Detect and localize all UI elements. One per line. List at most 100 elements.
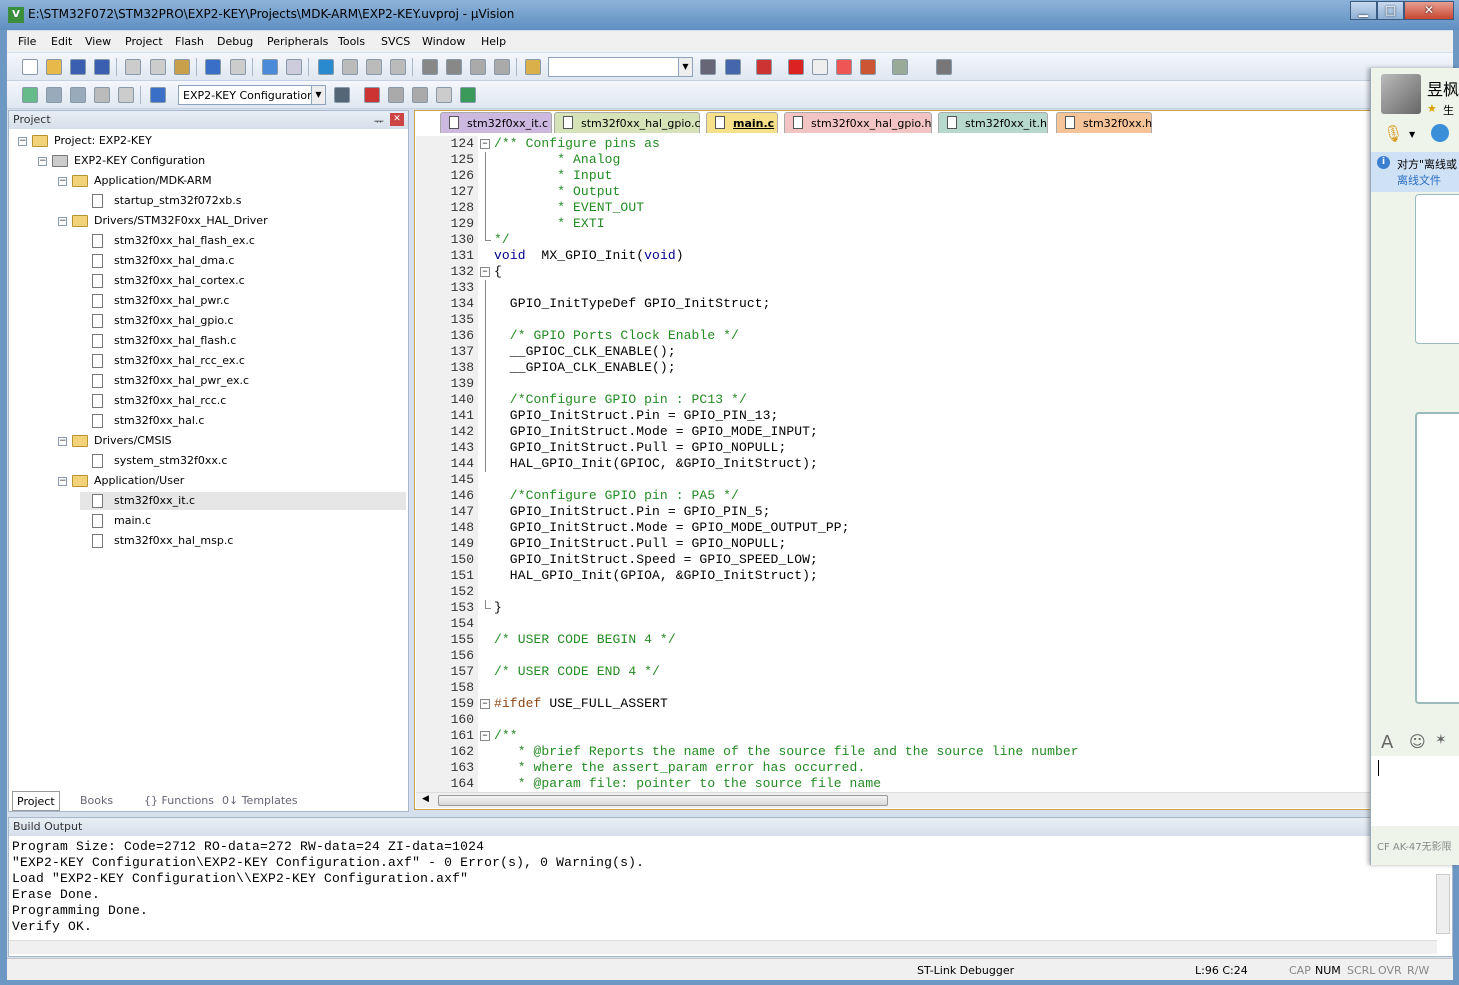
kill-breakpoints-icon[interactable] [836, 59, 852, 75]
menu-tools[interactable]: Tools [338, 35, 365, 48]
menu-project[interactable]: Project [125, 35, 163, 48]
video-icon[interactable] [1431, 124, 1449, 142]
comment-icon[interactable] [470, 59, 486, 75]
menu-peripherals[interactable]: Peripherals [267, 35, 328, 48]
stop-build-icon[interactable] [118, 87, 134, 103]
prev-bookmark-icon[interactable] [342, 59, 358, 75]
collapse-icon[interactable]: − [58, 477, 67, 486]
window-select-icon[interactable] [892, 59, 908, 75]
translate-icon[interactable] [22, 87, 38, 103]
menu-debug[interactable]: Debug [217, 35, 253, 48]
editor-horizontal-scrollbar[interactable]: ◀ [416, 792, 1370, 808]
target-select[interactable]: EXP2-KEY Configuration ▼ [178, 85, 326, 105]
microphone-icon[interactable]: 🎙 [1383, 124, 1403, 143]
next-bookmark-icon[interactable] [366, 59, 382, 75]
batch-build-icon[interactable] [94, 87, 110, 103]
font-icon[interactable]: A [1381, 732, 1393, 753]
offline-file-link[interactable]: 离线文件 [1397, 172, 1441, 188]
rebuild-icon[interactable] [70, 87, 86, 103]
manage-rte-icon[interactable] [412, 87, 428, 103]
save-all-icon[interactable] [94, 59, 110, 75]
code-area[interactable]: 124−/** Configure pins as 125 * Analog 126… [416, 136, 1370, 792]
build-icon[interactable] [46, 87, 62, 103]
software-packs-icon[interactable] [460, 87, 476, 103]
outdent-icon[interactable] [446, 59, 462, 75]
collapse-icon[interactable]: − [18, 137, 27, 146]
menu-help[interactable]: Help [481, 35, 506, 48]
fold-toggle-icon[interactable]: − [480, 139, 490, 149]
tab-templates[interactable]: 0↓ Templates [218, 791, 302, 811]
tab-books[interactable]: Books [76, 791, 117, 811]
find-in-files-icon[interactable] [525, 59, 541, 75]
menu-file[interactable]: File [18, 35, 36, 48]
close-panel-icon[interactable]: ✕ [390, 113, 404, 126]
fold-toggle-icon[interactable]: − [480, 267, 490, 277]
editor-tab[interactable]: stm32f0xx.h [1056, 112, 1152, 133]
scroll-thumb[interactable] [438, 795, 888, 806]
editor-tab[interactable]: stm32f0xx_it.h [938, 112, 1048, 133]
image-preview[interactable] [1415, 412, 1459, 704]
save-icon[interactable] [70, 59, 86, 75]
collapse-icon[interactable]: − [58, 217, 67, 226]
bookmark-icon[interactable] [318, 59, 334, 75]
find-icon[interactable] [700, 59, 716, 75]
configure-icon[interactable] [936, 59, 952, 75]
select-packs-icon[interactable] [388, 87, 404, 103]
indent-icon[interactable] [422, 59, 438, 75]
breakpoint-icon[interactable] [788, 59, 804, 75]
collapse-icon[interactable]: − [38, 157, 47, 166]
back-icon[interactable] [262, 59, 278, 75]
paste-icon[interactable] [174, 59, 190, 75]
menu-flash[interactable]: Flash [175, 35, 204, 48]
collapse-icon[interactable]: − [58, 437, 67, 446]
menu-view[interactable]: View [85, 35, 111, 48]
options-icon[interactable] [334, 87, 350, 103]
tree-item[interactable] [9, 472, 407, 490]
manage-components-icon[interactable] [364, 87, 380, 103]
tree-item[interactable] [9, 432, 407, 450]
avatar[interactable] [1381, 74, 1421, 114]
message-input[interactable] [1371, 756, 1459, 826]
new-file-icon[interactable] [22, 59, 38, 75]
editor-tab[interactable]: stm32f0xx_hal_gpio.c [554, 112, 701, 133]
redo-icon[interactable] [230, 59, 246, 75]
pin-icon[interactable]: ᅲ [374, 113, 384, 129]
chevron-down-icon[interactable]: ▼ [678, 58, 692, 76]
menu-edit[interactable]: Edit [51, 35, 72, 48]
menu-window[interactable]: Window [422, 35, 465, 48]
chevron-down-icon[interactable]: ▼ [311, 86, 325, 104]
collapse-icon[interactable]: − [58, 177, 67, 186]
find-combo[interactable]: ▼ [548, 57, 693, 77]
copy-icon[interactable] [150, 59, 166, 75]
minimize-button[interactable]: ▁ [1350, 1, 1377, 20]
editor-tab[interactable]: stm32f0xx_hal_gpio.h [784, 112, 932, 133]
kill-all-icon[interactable] [860, 59, 876, 75]
fold-toggle-icon[interactable]: − [480, 731, 490, 741]
screenshot-thumbnail[interactable] [1415, 194, 1459, 344]
tab-project[interactable]: Project [12, 791, 60, 811]
editor-tab[interactable]: stm32f0xx_it.c [440, 112, 552, 133]
editor-tab[interactable]: main.c [706, 112, 778, 133]
undo-icon[interactable] [205, 59, 221, 75]
menu-svcs[interactable]: SVCS [381, 35, 410, 48]
tab-functions[interactable]: {} Functions [140, 791, 218, 811]
debug-session-icon[interactable] [756, 59, 772, 75]
scroll-left-icon[interactable]: ◀ [422, 794, 429, 804]
tree-item[interactable] [9, 152, 407, 170]
output-horizontal-scrollbar[interactable] [9, 940, 1437, 954]
load-icon[interactable] [150, 87, 166, 103]
output-vertical-scrollbar[interactable] [1436, 874, 1450, 934]
pack-installer-icon[interactable] [436, 87, 452, 103]
forward-icon[interactable] [286, 59, 302, 75]
clear-bookmarks-icon[interactable] [390, 59, 406, 75]
fold-toggle-icon[interactable]: − [480, 699, 490, 709]
incremental-find-icon[interactable] [725, 59, 741, 75]
chevron-down-icon[interactable]: ▼ [1409, 130, 1415, 139]
cut-icon[interactable] [125, 59, 141, 75]
open-icon[interactable] [46, 59, 62, 75]
maximize-button[interactable]: □ [1377, 1, 1404, 20]
disable-breakpoint-icon[interactable] [812, 59, 828, 75]
close-button[interactable]: ✕ [1404, 1, 1454, 20]
uncomment-icon[interactable] [494, 59, 510, 75]
emoji-icon[interactable]: ☺ [1409, 732, 1426, 751]
